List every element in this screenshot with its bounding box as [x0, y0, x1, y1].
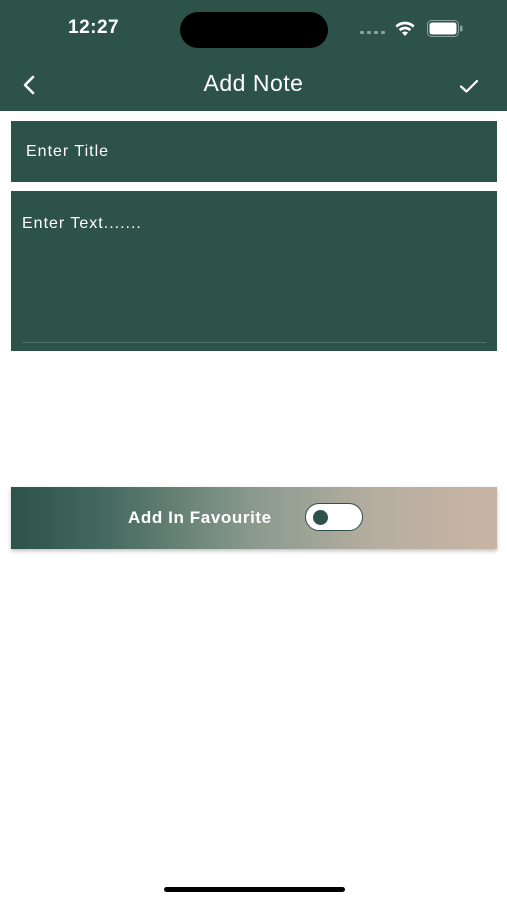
save-button[interactable]: [455, 72, 483, 100]
text-field-underline: [22, 342, 486, 343]
title-field-container: [11, 121, 497, 182]
favourite-toggle[interactable]: [305, 503, 363, 531]
dynamic-island: [180, 12, 328, 48]
status-time: 12:27: [68, 17, 120, 38]
battery-icon: [427, 20, 463, 37]
note-text-input[interactable]: [11, 191, 497, 341]
page-title: Add Note: [203, 70, 304, 96]
wifi-icon: [395, 21, 415, 36]
add-note-screen: 12:27 Add Note Enter Title Enter Text...…: [0, 0, 507, 900]
cellular-signal-icon: [360, 31, 386, 35]
home-indicator[interactable]: [164, 887, 345, 892]
top-bar: 12:27 Add Note: [0, 0, 507, 111]
toggle-knob: [313, 510, 328, 525]
favourite-label: Add In Favourite: [128, 508, 272, 527]
title-input[interactable]: [11, 121, 497, 182]
favourite-bar: Add In Favourite: [11, 487, 497, 549]
checkmark-icon: [459, 79, 479, 93]
text-field-container: [11, 191, 497, 351]
